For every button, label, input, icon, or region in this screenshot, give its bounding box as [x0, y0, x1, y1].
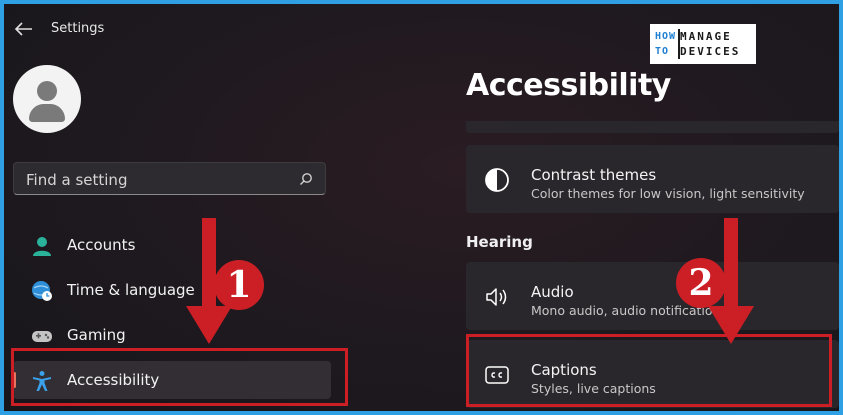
page-title: Accessibility [466, 68, 671, 103]
window-title: Settings [51, 21, 105, 36]
brand-logo: HOW TO MANAGE DEVICES [650, 24, 756, 64]
contrast-icon [485, 168, 509, 192]
logo-text-manage: MANAGE [680, 30, 732, 43]
step-number-badge: 1 [214, 260, 264, 310]
hearing-section-header: Hearing [466, 233, 533, 251]
card-subtitle: Color themes for low vision, light sensi… [531, 186, 805, 201]
search-input[interactable]: Find a setting [13, 162, 326, 195]
step-number-badge: 2 [676, 258, 726, 308]
sidebar-item-accounts[interactable]: Accounts [13, 226, 331, 264]
sidebar-item-label: Accounts [67, 236, 136, 254]
previous-card-edge [466, 121, 839, 133]
globe-clock-icon [32, 281, 52, 301]
highlight-box-captions [466, 334, 832, 407]
audio-card[interactable]: Audio Mono audio, audio notifications [466, 262, 839, 330]
sidebar-item-label: Time & language [67, 281, 195, 299]
user-avatar[interactable] [13, 65, 81, 133]
card-title: Audio [531, 283, 574, 301]
gamepad-icon [32, 331, 52, 342]
back-arrow-icon[interactable] [12, 20, 34, 38]
card-title: Contrast themes [531, 166, 657, 184]
avatar-head [37, 81, 57, 101]
sidebar-item-label: Gaming [67, 326, 126, 344]
contrast-themes-card[interactable]: Contrast themes Color themes for low vis… [466, 145, 839, 213]
sidebar-item-time-language[interactable]: Time & language [13, 271, 331, 309]
logo-text-to: TO [655, 46, 670, 57]
settings-window: Settings HOW TO MANAGE DEVICES Find a se… [4, 4, 839, 411]
search-placeholder: Find a setting [26, 171, 128, 189]
speaker-icon [486, 288, 507, 306]
logo-text-how: HOW [655, 31, 677, 42]
highlight-box-accessibility [11, 348, 348, 406]
search-icon [300, 173, 312, 185]
accounts-icon [33, 237, 51, 256]
logo-text-devices: DEVICES [680, 45, 741, 58]
avatar-body [29, 104, 65, 122]
